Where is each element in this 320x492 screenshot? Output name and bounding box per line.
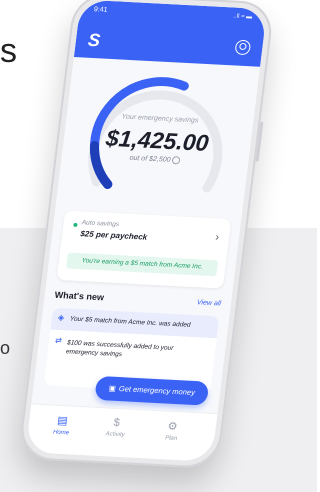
app-logo: S: [86, 29, 102, 51]
tab-label: Activity: [105, 431, 126, 439]
plan-icon: ⚙: [166, 420, 179, 434]
tab-bar: ▤ Home $ Activity ⚙ Plan: [25, 403, 218, 462]
tab-home[interactable]: ▤ Home: [36, 413, 89, 437]
status-icons: ..ll ≈ ▬: [233, 13, 253, 21]
status-time: 9:41: [93, 6, 108, 14]
feed-item[interactable]: ◈ Your $5 match from Acme Inc. was added: [50, 307, 220, 339]
auto-savings-label: Auto savings: [81, 219, 120, 229]
tab-plan[interactable]: ⚙ Plan: [146, 419, 199, 443]
home-icon: ▤: [56, 414, 69, 428]
whats-new-heading: What's new: [54, 289, 105, 303]
chevron-right-icon[interactable]: ›: [215, 231, 220, 243]
phone-mockup: 9:41 ..ll ≈ ▬ S Your emergency savings $…: [0, 0, 317, 492]
app-header: 9:41 ..ll ≈ ▬ S: [73, 0, 268, 67]
tab-label: Home: [52, 429, 70, 437]
cta-label: Get emergency money: [118, 384, 196, 397]
profile-icon[interactable]: [234, 39, 252, 56]
repeat-icon: ⇄: [54, 335, 63, 346]
match-banner: You're earning a $5 match from Acme Inc.: [66, 252, 219, 277]
tag-icon: ◈: [57, 312, 65, 323]
phone-device: 9:41 ..ll ≈ ▬ S Your emergency savings $…: [17, 0, 276, 470]
auto-savings-card[interactable]: Auto savings $25 per paycheck › You're e…: [56, 210, 232, 289]
feed-item-text: Your $5 match from Acme Inc. was added: [69, 315, 191, 329]
status-dot-icon: [73, 222, 78, 228]
get-emergency-money-button[interactable]: ▣ Get emergency money: [94, 375, 210, 406]
activity-icon: $: [112, 416, 121, 430]
feed-item-text: $100 was successfully added to your emer…: [65, 339, 174, 359]
money-icon: ▣: [108, 383, 117, 393]
tab-activity[interactable]: $ Activity: [90, 416, 143, 439]
view-all-link[interactable]: View all: [196, 299, 221, 307]
auto-savings-value: $25 per paycheck: [79, 229, 148, 242]
info-icon[interactable]: [172, 156, 181, 165]
phone-screen: 9:41 ..ll ≈ ▬ S Your emergency savings $…: [25, 0, 268, 462]
tab-label: Plan: [164, 435, 178, 443]
